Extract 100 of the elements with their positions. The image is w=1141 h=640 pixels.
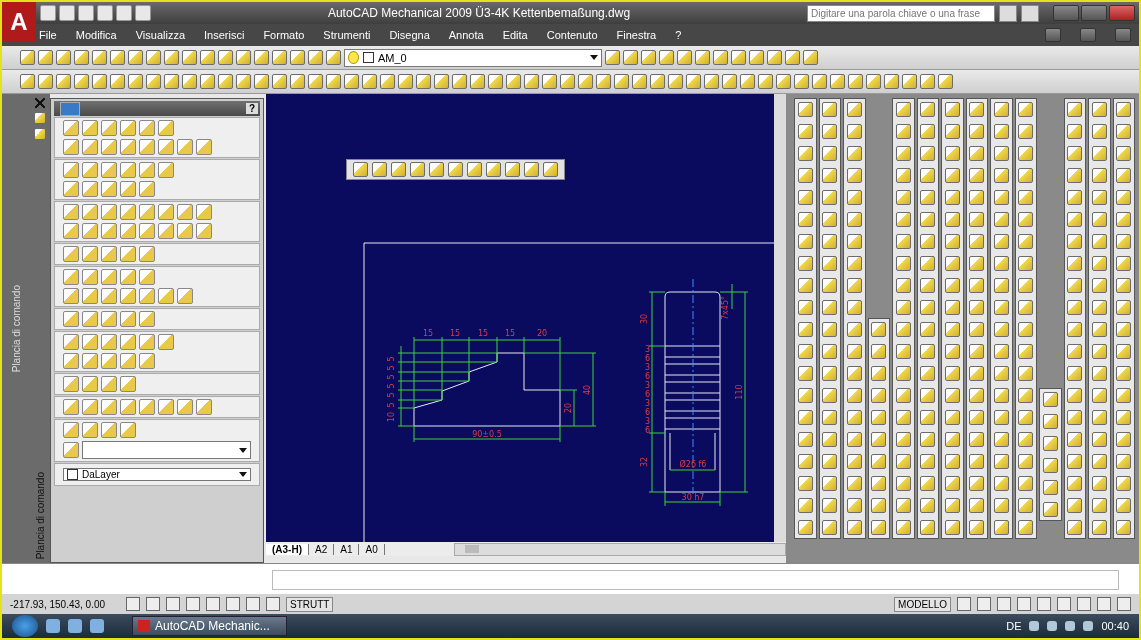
- toolbar-icon[interactable]: [895, 168, 911, 183]
- toolbar-icon[interactable]: [236, 74, 251, 89]
- toolbar-icon[interactable]: [920, 520, 936, 535]
- toolbar-icon[interactable]: [920, 146, 936, 161]
- tool-icon[interactable]: [82, 269, 98, 285]
- toolbar-icon[interactable]: [218, 74, 233, 89]
- toolbar-icon[interactable]: [969, 256, 985, 271]
- toolbar-icon[interactable]: [797, 410, 813, 425]
- toolbar-icon[interactable]: [236, 50, 251, 65]
- taskbar-button[interactable]: AutoCAD Mechanic...: [132, 616, 287, 636]
- tool-icon[interactable]: [63, 399, 79, 415]
- toolbar-icon[interactable]: [1067, 454, 1083, 469]
- toolbar-icon[interactable]: [758, 74, 773, 89]
- toolbar-icon[interactable]: [596, 74, 611, 89]
- toolbar-icon[interactable]: [822, 322, 838, 337]
- toolbar-icon[interactable]: [20, 74, 35, 89]
- toolbar-icon[interactable]: [1018, 322, 1034, 337]
- toolbar-icon[interactable]: [920, 454, 936, 469]
- toolbar-icon[interactable]: [902, 74, 917, 89]
- toolbar-icon[interactable]: [650, 74, 665, 89]
- menu-item[interactable]: Disegna: [389, 29, 430, 41]
- toolbar-icon[interactable]: [416, 74, 431, 89]
- language-indicator[interactable]: DE: [1006, 620, 1022, 632]
- toolbar-icon[interactable]: [1018, 256, 1034, 271]
- tool-icon[interactable]: [139, 246, 155, 262]
- toolbar-icon[interactable]: [1116, 454, 1132, 469]
- toolbar-icon[interactable]: [920, 234, 936, 249]
- toolbar-icon[interactable]: [871, 388, 887, 403]
- menu-item[interactable]: Edita: [502, 29, 528, 41]
- toolbar-icon[interactable]: [578, 74, 593, 89]
- tool-icon[interactable]: [120, 181, 136, 197]
- toolbar-icon[interactable]: [605, 50, 620, 65]
- toolbar-icon[interactable]: [1067, 388, 1083, 403]
- toolbar-icon[interactable]: [993, 366, 1009, 381]
- toolbar-icon[interactable]: [822, 124, 838, 139]
- tool-icon[interactable]: [120, 288, 136, 304]
- tool-icon[interactable]: [158, 334, 174, 350]
- tool-icon[interactable]: [63, 269, 79, 285]
- toolbar-icon[interactable]: [254, 50, 269, 65]
- status-icon[interactable]: [997, 597, 1011, 611]
- tool-icon[interactable]: [177, 223, 193, 239]
- clock[interactable]: 00:40: [1101, 620, 1129, 632]
- toolbar-icon[interactable]: [1067, 366, 1083, 381]
- toolbar-icon[interactable]: [182, 50, 197, 65]
- tool-icon[interactable]: [158, 139, 174, 155]
- tool-icon[interactable]: [120, 399, 136, 415]
- toolbar-icon[interactable]: [944, 410, 960, 425]
- toolbar-icon[interactable]: [822, 146, 838, 161]
- toolbar-icon[interactable]: [822, 410, 838, 425]
- toolbar-icon[interactable]: [822, 300, 838, 315]
- toolbar-icon[interactable]: [1116, 410, 1132, 425]
- toolbar-icon[interactable]: [1091, 520, 1107, 535]
- tool-icon[interactable]: [120, 422, 136, 438]
- toolbar-icon[interactable]: [797, 454, 813, 469]
- tool-icon[interactable]: [63, 204, 79, 220]
- toolbar-icon[interactable]: [822, 498, 838, 513]
- tool-icon[interactable]: [101, 223, 117, 239]
- status-icon[interactable]: [1057, 597, 1071, 611]
- toolbar-icon[interactable]: [846, 432, 862, 447]
- toolbar-icon[interactable]: [1091, 300, 1107, 315]
- menu-item[interactable]: Formato: [263, 29, 305, 41]
- toolbar-icon[interactable]: [895, 410, 911, 425]
- toolbar-icon[interactable]: [797, 520, 813, 535]
- toolbar-icon[interactable]: [993, 520, 1009, 535]
- tool-icon[interactable]: [139, 288, 155, 304]
- toolbar-icon[interactable]: [797, 278, 813, 293]
- toolbar-icon[interactable]: [218, 50, 233, 65]
- toolbar-icon[interactable]: [920, 278, 936, 293]
- toolbar-icon[interactable]: [20, 50, 35, 65]
- tool-icon[interactable]: [63, 181, 79, 197]
- toolbar-icon[interactable]: [797, 102, 813, 117]
- toolbar-icon[interactable]: [1067, 234, 1083, 249]
- tool-icon[interactable]: [139, 162, 155, 178]
- toolbar-icon[interactable]: [1018, 520, 1034, 535]
- toolbar-icon[interactable]: [871, 498, 887, 513]
- model-toggle[interactable]: MODELLO: [894, 596, 951, 612]
- toolbar-icon[interactable]: [1091, 454, 1107, 469]
- toolbar-icon[interactable]: [969, 124, 985, 139]
- tool-icon[interactable]: [139, 311, 155, 327]
- toolbar-icon[interactable]: [614, 74, 629, 89]
- tool-icon[interactable]: [82, 334, 98, 350]
- toolbar-icon[interactable]: [1018, 388, 1034, 403]
- toolbar-icon[interactable]: [452, 74, 467, 89]
- toolbar-icon[interactable]: [776, 74, 791, 89]
- toolbar-icon[interactable]: [641, 50, 656, 65]
- toolbar-icon[interactable]: [846, 300, 862, 315]
- toolbar-icon[interactable]: [92, 74, 107, 89]
- toolbar-icon[interactable]: [871, 366, 887, 381]
- toolbar-icon[interactable]: [797, 432, 813, 447]
- toolbar-icon[interactable]: [822, 190, 838, 205]
- toolbar-icon[interactable]: [944, 454, 960, 469]
- toolbar-icon[interactable]: [749, 50, 764, 65]
- tray-icon[interactable]: [1047, 621, 1058, 631]
- layer-select[interactable]: DaLayer: [63, 468, 251, 481]
- tool-icon[interactable]: [82, 139, 98, 155]
- toolbar-icon[interactable]: [846, 388, 862, 403]
- toolbar-icon[interactable]: [895, 520, 911, 535]
- toolbar-icon[interactable]: [944, 146, 960, 161]
- tool-icon[interactable]: [101, 162, 117, 178]
- tool-icon[interactable]: [63, 288, 79, 304]
